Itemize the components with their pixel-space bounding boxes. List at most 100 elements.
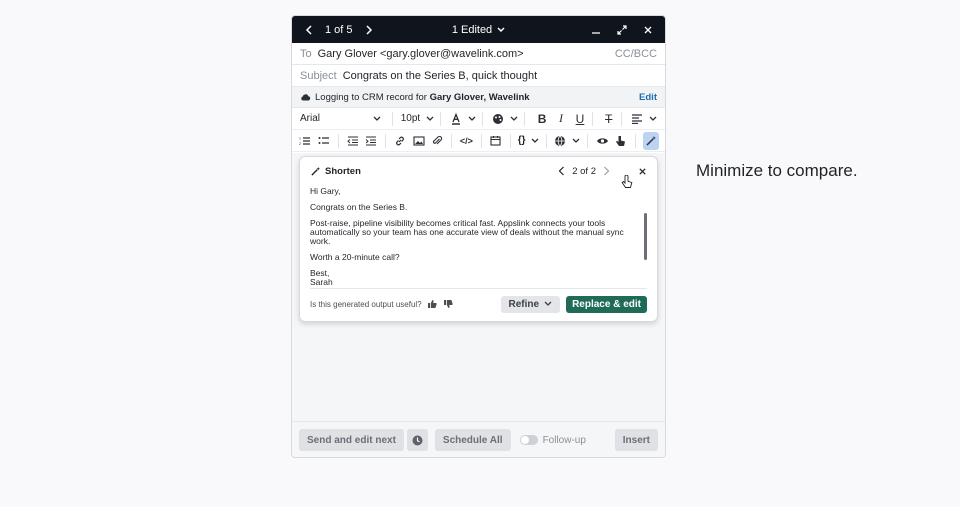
insert-toolbar: 12 </> {} (292, 130, 665, 152)
cc-bcc-link[interactable]: CC/BCC (615, 48, 657, 60)
edited-label: 1 Edited (451, 23, 493, 36)
subject-field[interactable]: Subject Congrats on the Series B, quick … (292, 65, 665, 87)
align-select[interactable] (631, 113, 657, 124)
toggle-track (519, 435, 538, 445)
chevron-left-icon[interactable] (558, 166, 565, 176)
send-edit-next-button[interactable]: Send and edit next (299, 429, 404, 451)
image-icon[interactable] (412, 133, 426, 149)
bold-icon[interactable]: B (536, 111, 549, 127)
magic-wand-icon (311, 166, 321, 176)
chevron-down-icon (544, 301, 552, 306)
chevron-left-icon[interactable] (302, 23, 316, 37)
attachment-icon[interactable] (430, 133, 444, 149)
pager-text: 1 of 5 (325, 23, 353, 36)
toolbar-divider (440, 111, 441, 126)
indent-icon[interactable] (364, 133, 378, 149)
replace-edit-button[interactable]: Replace & edit (566, 295, 647, 313)
ai-wand-icon[interactable] (642, 131, 660, 150)
side-note: Minimize to compare. (696, 161, 858, 180)
popup-pager-text: 2 of 2 (572, 165, 596, 177)
popup-footer: Is this generated output useful? Refine … (310, 295, 647, 313)
toolbar-divider (592, 111, 594, 126)
chevron-right-icon[interactable] (362, 23, 376, 37)
pointer-hand-icon[interactable] (614, 133, 628, 149)
chevron-down-icon (468, 116, 476, 121)
follow-up-label: Follow-up (542, 434, 586, 446)
close-icon[interactable] (638, 167, 647, 176)
to-label: To (300, 47, 312, 60)
text-line: Post-raise, pipeline visibility becomes … (310, 218, 624, 246)
subject-value[interactable]: Congrats on the Series B, quick thought (343, 70, 537, 82)
italic-icon[interactable]: I (555, 111, 568, 127)
crm-prefix: Logging to CRM record for (315, 91, 427, 103)
toolbar-divider (621, 111, 622, 126)
toolbar-divider (451, 133, 453, 148)
subject-label: Subject (300, 69, 337, 82)
link-icon[interactable] (393, 133, 407, 149)
font-size-value: 10pt (400, 113, 421, 124)
svg-text:2: 2 (299, 142, 301, 146)
expand-icon[interactable] (615, 23, 629, 37)
edited-dropdown[interactable]: 1 Edited (452, 24, 505, 36)
clock-icon (412, 435, 423, 445)
cloud-icon (301, 94, 311, 101)
chevron-down-icon (426, 116, 434, 121)
toolbar-divider (546, 133, 548, 148)
insert-button[interactable]: Insert (614, 429, 658, 451)
text-color-select[interactable] (450, 112, 476, 125)
underline-icon[interactable]: U (574, 111, 587, 127)
editor-area[interactable]: Shorten 2 of 2 Hi Gary, Congrats on the … (292, 153, 665, 421)
popup-scrollbar[interactable] (644, 213, 647, 260)
popup-title: Shorten (325, 165, 361, 177)
crm-edit-link[interactable]: Edit (639, 92, 657, 103)
bullet-list-icon[interactable] (316, 133, 330, 149)
code-icon[interactable]: </> (459, 133, 473, 149)
thumbs-down-icon[interactable] (443, 299, 453, 309)
formatting-toolbar: Arial 10pt B I U T (292, 108, 665, 130)
schedule-all-button[interactable]: Schedule All (434, 429, 511, 451)
variables-select[interactable]: {} (518, 135, 540, 146)
chevron-down-icon (649, 116, 657, 121)
recipient-pager: 1 of 5 (302, 23, 376, 37)
numbered-list-icon[interactable]: 12 (298, 133, 312, 149)
thumbs-up-icon[interactable] (427, 299, 437, 309)
toolbar-divider (523, 111, 525, 126)
text-line: Congrats on the Series B. (310, 202, 408, 212)
generated-text: Hi Gary, Congrats on the Series B. Post-… (310, 187, 640, 288)
font-size-select[interactable]: 10pt (401, 113, 434, 124)
strikethrough-icon[interactable]: T (602, 111, 615, 127)
chevron-down-icon (497, 26, 505, 32)
ai-shorten-popup: Shorten 2 of 2 Hi Gary, Congrats on the … (299, 156, 658, 322)
toolbar-divider (480, 133, 482, 148)
to-value[interactable]: Gary Glover <gary.glover@wavelink.com> (318, 48, 524, 60)
refine-label: Refine (508, 298, 540, 310)
eye-icon[interactable] (595, 133, 609, 149)
close-icon[interactable] (641, 23, 655, 37)
snippets-select[interactable] (554, 135, 580, 147)
toolbar-divider (337, 133, 339, 148)
chevron-down-icon (510, 116, 518, 121)
calendar-icon[interactable] (488, 133, 502, 149)
globe-icon (555, 135, 566, 146)
to-field[interactable]: To Gary Glover <gary.glover@wavelink.com… (292, 43, 665, 65)
font-select[interactable]: Arial (300, 113, 381, 124)
toolbar-divider (634, 133, 636, 148)
palette-icon (492, 113, 503, 124)
feedback-question: Is this generated output useful? (310, 299, 422, 309)
chevron-right-icon[interactable] (603, 166, 610, 176)
font-value: Arial (300, 113, 321, 124)
toggle-knob (520, 436, 529, 444)
minimize-icon[interactable] (589, 23, 603, 37)
toolbar-divider (509, 133, 511, 148)
chevron-down-icon (373, 116, 381, 121)
refine-button[interactable]: Refine (500, 295, 561, 313)
highlight-select[interactable] (492, 113, 518, 125)
text-line: Hi Gary, (310, 187, 341, 196)
follow-up-toggle[interactable]: Follow-up (519, 434, 586, 446)
popup-pager: 2 of 2 (558, 166, 647, 177)
toolbar-divider (482, 111, 483, 126)
schedule-send-button[interactable] (406, 429, 428, 451)
composer-footer: Send and edit next Schedule All Follow-u… (292, 421, 665, 457)
text-line: Sarah (310, 277, 333, 287)
outdent-icon[interactable] (346, 133, 360, 149)
